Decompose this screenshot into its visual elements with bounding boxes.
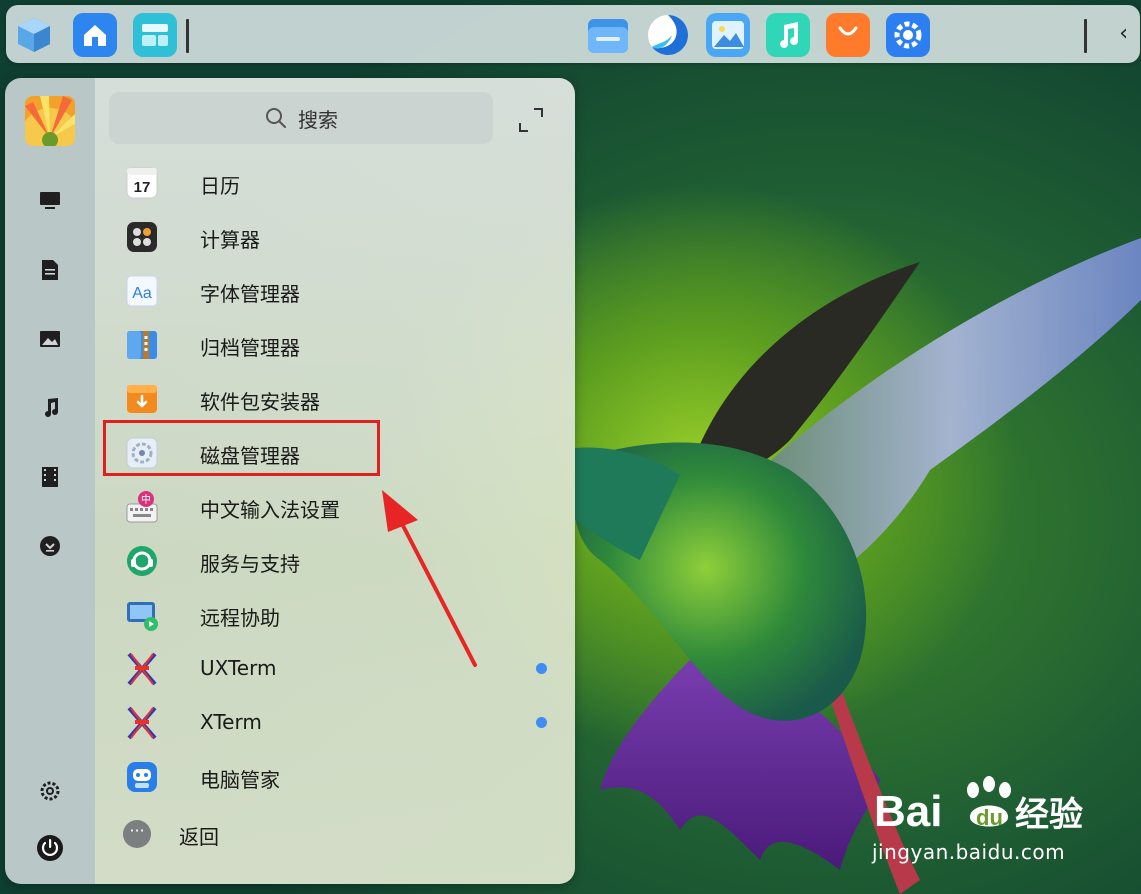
package-installer-icon	[125, 382, 159, 416]
computer-icon[interactable]	[35, 186, 65, 216]
app-store-icon[interactable]	[826, 13, 870, 57]
app-item-label: UXTerm	[200, 656, 277, 680]
app-item[interactable]: Aa 字体管理器	[95, 264, 575, 318]
baidu-logo: Bai du 经验	[874, 776, 1083, 836]
search-icon	[266, 108, 286, 128]
search-placeholder: 搜索	[298, 107, 338, 132]
app-item-label: 字体管理器	[200, 282, 300, 306]
app-item[interactable]: 服务与支持	[95, 534, 575, 588]
app-item[interactable]: 中 中文输入法设置	[95, 480, 575, 534]
svg-text:中: 中	[141, 493, 151, 506]
archive-manager-icon	[125, 328, 159, 362]
multitask-view-icon[interactable]	[133, 13, 177, 57]
power-icon[interactable]	[35, 833, 65, 863]
app-item-label: 电脑管家	[200, 768, 280, 792]
app-item-label: XTerm	[200, 710, 262, 734]
launcher-sidebar	[5, 78, 95, 884]
highlight-box	[103, 420, 380, 476]
app-item[interactable]: XTerm	[95, 696, 575, 750]
settings-gear-icon[interactable]	[35, 776, 65, 806]
baidu-logo-du: du	[976, 805, 1003, 830]
document-icon[interactable]	[35, 255, 65, 285]
search-box[interactable]: 搜索	[109, 92, 493, 144]
xterm-x-icon	[125, 652, 159, 686]
settings-icon[interactable]	[886, 13, 930, 57]
new-app-indicator	[536, 717, 547, 728]
app-item-label: 服务与支持	[200, 552, 300, 576]
calendar-icon: 17	[125, 166, 159, 200]
calculator-icon	[125, 220, 159, 254]
support-icon	[125, 544, 159, 578]
app-item[interactable]: UXTerm	[95, 642, 575, 696]
dock-separator	[186, 19, 189, 53]
music-note-icon[interactable]	[35, 393, 65, 423]
app-item-label: 中文输入法设置	[200, 498, 340, 522]
download-icon[interactable]	[35, 531, 65, 561]
dock-collapse-button[interactable]: ‹	[1119, 23, 1128, 45]
baidu-watermark: Bai du 经验 jingyan.baidu.com	[872, 768, 1102, 868]
home-folder-icon[interactable]	[73, 13, 117, 57]
picture-icon[interactable]	[35, 324, 65, 354]
launcher-menu: 搜索 17 日历 计算器 Aa 字体管理器 归档管理器 软件包安装器 磁盘管理器中中文输入法设…	[5, 78, 575, 884]
pc-manager-icon	[125, 760, 159, 794]
annotation-arrow	[382, 490, 477, 667]
app-item-label: 日历	[200, 174, 240, 198]
file-manager-icon[interactable]	[586, 13, 630, 57]
top-dock: ‹	[6, 5, 1140, 63]
svg-text:Aa: Aa	[132, 285, 152, 302]
input-method-icon: 中	[125, 490, 159, 524]
system-cube-icon[interactable]	[12, 13, 56, 57]
app-item[interactable]: 归档管理器	[95, 318, 575, 372]
app-item-label: 软件包安装器	[200, 390, 320, 414]
browser-icon[interactable]	[646, 13, 690, 57]
launcher-main: 搜索 17 日历 计算器 Aa 字体管理器 归档管理器 软件包安装器 磁盘管理器中中文输入法设…	[95, 78, 575, 884]
svg-text:17: 17	[134, 179, 151, 196]
dock-separator-right	[1084, 19, 1087, 53]
app-item[interactable]: 17 日历	[95, 156, 575, 210]
watermark-url: jingyan.baidu.com	[872, 840, 1066, 864]
video-icon[interactable]	[35, 462, 65, 492]
music-icon[interactable]	[766, 13, 810, 57]
remote-assist-icon	[125, 598, 159, 632]
xterm-x-icon	[125, 706, 159, 740]
user-avatar[interactable]	[25, 96, 75, 146]
app-item[interactable]: 计算器	[95, 210, 575, 264]
app-item[interactable]: 电脑管家	[95, 750, 575, 804]
baidu-logo-suffix: 经验	[1015, 795, 1083, 835]
app-item-label: 计算器	[200, 228, 260, 252]
fullscreen-expand-icon[interactable]	[517, 106, 545, 134]
new-app-indicator	[536, 663, 547, 674]
app-item-label: 归档管理器	[200, 336, 300, 360]
baidu-logo-text: Bai	[874, 787, 942, 836]
image-viewer-icon[interactable]	[706, 13, 750, 57]
app-item[interactable]: 软件包安装器	[95, 372, 575, 426]
font-manager-icon: Aa	[125, 274, 159, 308]
back-label: 返回	[179, 825, 219, 849]
app-item[interactable]: 远程协助	[95, 588, 575, 642]
more-dots-icon: ···	[123, 820, 151, 848]
app-list: 17 日历 计算器 Aa 字体管理器 归档管理器 软件包安装器 磁盘管理器中中文输入法设置 服务…	[95, 156, 575, 804]
app-item-label: 远程协助	[200, 606, 280, 630]
